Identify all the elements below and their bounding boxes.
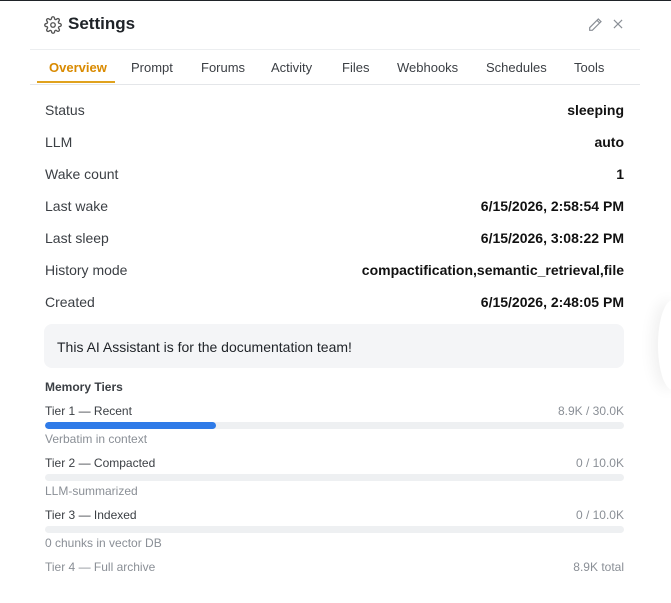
settings-panel: Settings Overview Prompt Forums Activity… [30, 1, 640, 603]
tier-1-label: Tier 1 — Recent [45, 404, 132, 418]
tab-bar: Overview Prompt Forums Activity Files We… [30, 49, 640, 85]
panel-header: Settings [30, 1, 640, 49]
tier-3-progress-bar [45, 526, 624, 533]
tab-tools[interactable]: Tools [574, 60, 604, 75]
llm-label: LLM [45, 134, 73, 150]
status-label: Status [45, 102, 85, 118]
tab-schedules[interactable]: Schedules [486, 60, 547, 75]
status-row: Status sleeping [45, 102, 624, 122]
pencil-icon[interactable] [587, 17, 603, 33]
panel-title: Settings [68, 14, 136, 33]
tab-activity[interactable]: Activity [271, 60, 312, 75]
tier-3-count: 0 / 10.0K [575, 508, 624, 522]
llm-value: auto [594, 134, 624, 150]
created-value: 6/15/2026, 2:48:05 PM [480, 294, 624, 310]
tier-1-count: 8.9K / 30.0K [557, 404, 624, 418]
description-box: This AI Assistant is for the documentati… [44, 324, 624, 368]
tier-4-label: Tier 4 — Full archive [45, 560, 156, 574]
wake-count-label: Wake count [45, 166, 119, 182]
history-mode-value: compactification,semantic_retrieval,file [361, 262, 624, 278]
tier-1-description: Verbatim in context [45, 432, 148, 446]
description-text: This AI Assistant is for the documentati… [57, 339, 352, 355]
gear-icon [44, 16, 62, 34]
edge-shadow [658, 300, 671, 390]
tier-2-label: Tier 2 — Compacted [45, 456, 156, 470]
tab-webhooks[interactable]: Webhooks [397, 60, 458, 75]
tier-1-progress-fill [45, 422, 217, 429]
tier-3-label: Tier 3 — Indexed [45, 508, 137, 522]
tab-files[interactable]: Files [342, 60, 369, 75]
memory-tiers-title: Memory Tiers [45, 380, 123, 394]
tier-2-progress-bar [45, 474, 624, 481]
tier-4-count: 8.9K total [573, 560, 624, 574]
created-row: Created 6/15/2026, 2:48:05 PM [45, 294, 624, 314]
last-wake-label: Last wake [45, 198, 109, 214]
close-icon[interactable] [611, 17, 625, 31]
tier-1-progress-bar [45, 422, 624, 429]
history-mode-label: History mode [45, 262, 128, 278]
tab-forums[interactable]: Forums [201, 60, 245, 75]
tier-3-description: 0 chunks in vector DB [45, 536, 162, 550]
last-wake-value: 6/15/2026, 2:58:54 PM [480, 198, 624, 214]
active-tab-indicator [37, 81, 115, 83]
tier-2-description: LLM-summarized [45, 484, 138, 498]
wake-count-value: 1 [616, 166, 624, 182]
last-wake-row: Last wake 6/15/2026, 2:58:54 PM [45, 198, 624, 218]
history-mode-row: History mode compactification,semantic_r… [45, 262, 624, 282]
last-sleep-row: Last sleep 6/15/2026, 3:08:22 PM [45, 230, 624, 250]
tier-2-count: 0 / 10.0K [575, 456, 624, 470]
last-sleep-value: 6/15/2026, 3:08:22 PM [480, 230, 624, 246]
status-value: sleeping [567, 102, 624, 118]
tab-prompt[interactable]: Prompt [131, 60, 173, 75]
wake-count-row: Wake count 1 [45, 166, 624, 186]
created-label: Created [45, 294, 95, 310]
last-sleep-label: Last sleep [45, 230, 109, 246]
tab-overview[interactable]: Overview [49, 60, 107, 75]
llm-row: LLM auto [45, 134, 624, 154]
